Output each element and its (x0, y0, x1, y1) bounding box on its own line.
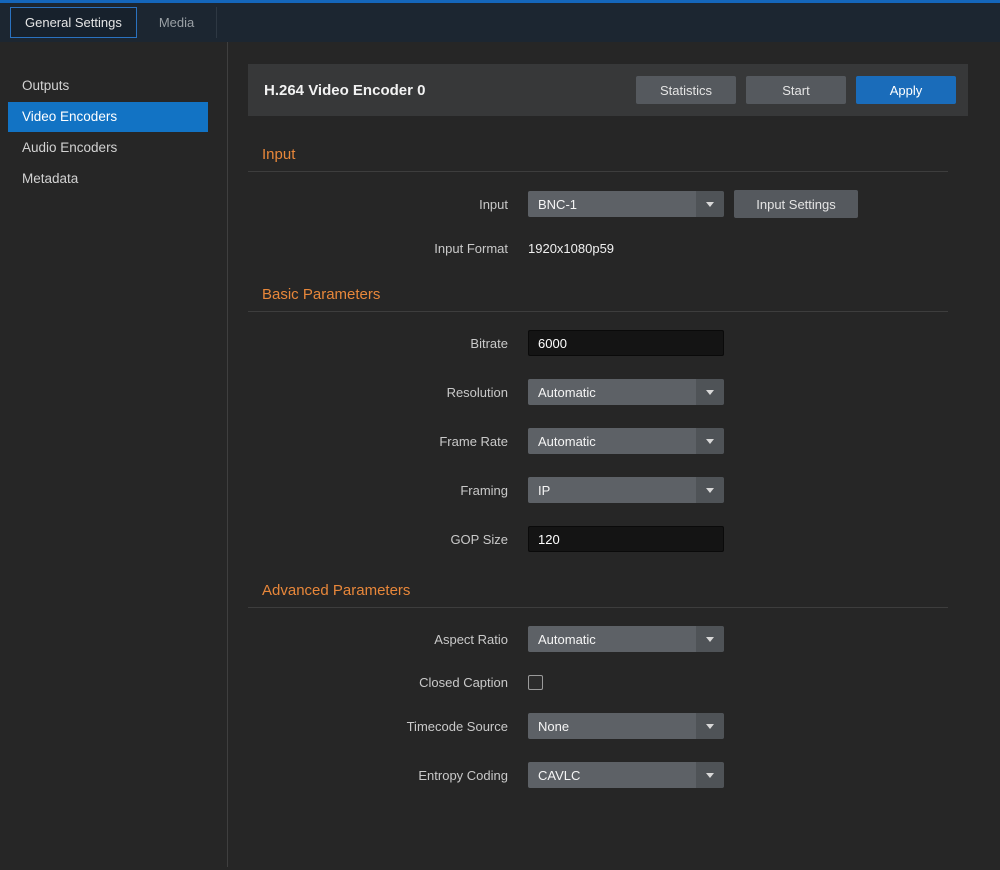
entropy-coding-select-value: CAVLC (528, 768, 696, 783)
section-title-basic-parameters: Basic Parameters (248, 286, 1000, 303)
bitrate-label: Bitrate (248, 336, 508, 351)
entropy-coding-row: Entropy Coding CAVLC (248, 762, 1000, 788)
section-title-advanced-parameters: Advanced Parameters (248, 582, 1000, 599)
entropy-coding-label: Entropy Coding (248, 768, 508, 783)
sidebar-item-audio-encoders[interactable]: Audio Encoders (8, 133, 208, 163)
section-divider (248, 607, 948, 608)
timecode-source-select[interactable]: None (528, 713, 724, 739)
framing-label: Framing (248, 483, 508, 498)
resolution-select-value: Automatic (528, 385, 696, 400)
section-title-input: Input (248, 146, 1000, 163)
encoder-header: H.264 Video Encoder 0 Statistics Start A… (248, 64, 968, 116)
chevron-down-icon (696, 379, 724, 405)
input-format-value: 1920x1080p59 (528, 241, 614, 256)
apply-button[interactable]: Apply (856, 76, 956, 104)
gop-size-row: GOP Size (248, 526, 1000, 552)
input-row: Input BNC-1 Input Settings (248, 190, 1000, 218)
chevron-down-icon (696, 191, 724, 217)
closed-caption-row: Closed Caption (248, 675, 1000, 690)
bitrate-row: Bitrate (248, 330, 1000, 356)
sidebar: Outputs Video Encoders Audio Encoders Me… (0, 42, 228, 867)
bitrate-field[interactable] (528, 330, 724, 356)
frame-rate-row: Frame Rate Automatic (248, 428, 1000, 454)
section-divider (248, 311, 948, 312)
entropy-coding-select[interactable]: CAVLC (528, 762, 724, 788)
gop-size-field[interactable] (528, 526, 724, 552)
framing-row: Framing IP (248, 477, 1000, 503)
chevron-down-icon (696, 713, 724, 739)
framing-select[interactable]: IP (528, 477, 724, 503)
tab-media[interactable]: Media (137, 7, 217, 38)
gop-size-label: GOP Size (248, 532, 508, 547)
closed-caption-label: Closed Caption (248, 675, 508, 690)
input-select[interactable]: BNC-1 (528, 191, 724, 217)
chevron-down-icon (696, 428, 724, 454)
closed-caption-checkbox[interactable] (528, 675, 543, 690)
sidebar-item-outputs[interactable]: Outputs (8, 71, 208, 101)
input-settings-button[interactable]: Input Settings (734, 190, 858, 218)
frame-rate-select-value: Automatic (528, 434, 696, 449)
aspect-ratio-select[interactable]: Automatic (528, 626, 724, 652)
input-format-label: Input Format (248, 241, 508, 256)
timecode-source-select-value: None (528, 719, 696, 734)
aspect-ratio-row: Aspect Ratio Automatic (248, 626, 1000, 652)
tab-general-settings[interactable]: General Settings (10, 7, 137, 38)
framing-select-value: IP (528, 483, 696, 498)
resolution-label: Resolution (248, 385, 508, 400)
input-format-row: Input Format 1920x1080p59 (248, 241, 1000, 256)
section-divider (248, 171, 948, 172)
resolution-select[interactable]: Automatic (528, 379, 724, 405)
top-tab-bar: General Settings Media (0, 0, 1000, 42)
timecode-source-row: Timecode Source None (248, 713, 1000, 739)
chevron-down-icon (696, 762, 724, 788)
page-title: H.264 Video Encoder 0 (264, 82, 626, 99)
main-panel: H.264 Video Encoder 0 Statistics Start A… (228, 42, 1000, 867)
resolution-row: Resolution Automatic (248, 379, 1000, 405)
sidebar-item-metadata[interactable]: Metadata (8, 164, 208, 194)
frame-rate-label: Frame Rate (248, 434, 508, 449)
frame-rate-select[interactable]: Automatic (528, 428, 724, 454)
aspect-ratio-select-value: Automatic (528, 632, 696, 647)
chevron-down-icon (696, 477, 724, 503)
chevron-down-icon (696, 626, 724, 652)
start-button[interactable]: Start (746, 76, 846, 104)
input-label: Input (248, 197, 508, 212)
sidebar-item-video-encoders[interactable]: Video Encoders (8, 102, 208, 132)
statistics-button[interactable]: Statistics (636, 76, 736, 104)
input-select-value: BNC-1 (528, 197, 696, 212)
aspect-ratio-label: Aspect Ratio (248, 632, 508, 647)
timecode-source-label: Timecode Source (248, 719, 508, 734)
